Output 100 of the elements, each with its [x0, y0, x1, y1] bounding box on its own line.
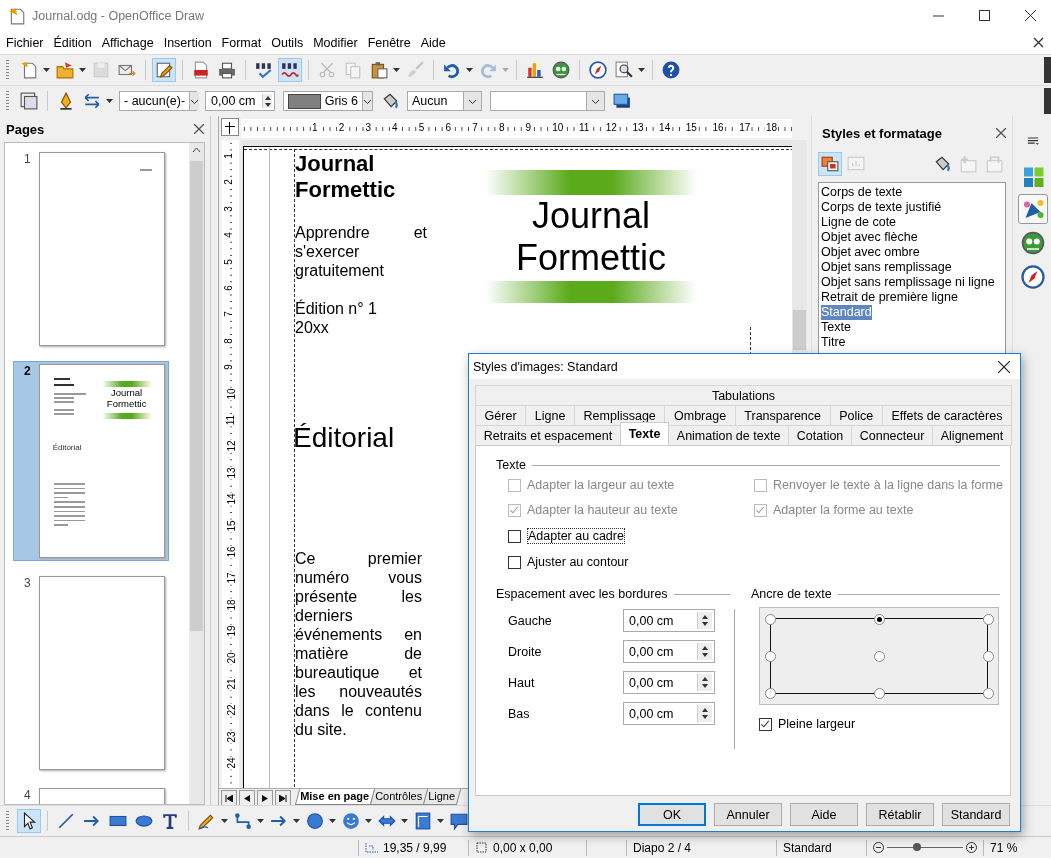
dialog-button[interactable]: Annuler [714, 803, 782, 826]
style-list-item[interactable]: Standard [821, 305, 872, 320]
ruler-number: 16 [225, 545, 238, 559]
page-nav-button[interactable] [275, 790, 291, 806]
menu-item[interactable]: Insertion [159, 35, 216, 50]
tab[interactable]: Gérer [475, 405, 527, 425]
tab-stop-selector[interactable] [221, 118, 239, 136]
pointer-button[interactable] [17, 809, 41, 833]
spin-buttons[interactable] [697, 705, 712, 722]
dropdown-button[interactable] [189, 92, 200, 110]
dialog-button[interactable]: Rétablir [866, 803, 934, 826]
spin-field[interactable]: 0,00 cm [205, 91, 275, 111]
style-list-item[interactable]: Texte [821, 320, 851, 335]
anchor-radio[interactable] [874, 613, 885, 625]
tab[interactable]: Remplissage [573, 405, 666, 425]
page-thumbnail-item[interactable]: 3 [13, 573, 169, 773]
page-nav-button[interactable] [257, 790, 273, 806]
scroll-up-icon[interactable] [192, 147, 201, 153]
style-list-item[interactable]: Objet sans remplissage ni ligne [821, 275, 995, 290]
edit-button[interactable] [152, 58, 176, 82]
dialog-button[interactable]: Standard [942, 803, 1010, 826]
zoom-percentage: 71 % [990, 840, 1018, 855]
dialog-button[interactable]: OK [638, 803, 706, 826]
spin-buttons[interactable] [697, 674, 712, 691]
menu-item[interactable]: Fichier [2, 35, 48, 50]
layer-tab[interactable]: Contrôles [369, 789, 429, 805]
layer-tab[interactable]: Mise en page [294, 789, 376, 805]
zoom-out-icon[interactable] [873, 842, 884, 853]
styles-tab-button[interactable] [1018, 194, 1048, 224]
close-icon[interactable] [1024, 10, 1036, 21]
section-heading: Éditorial [293, 421, 395, 455]
spin-field[interactable]: 0,00 cm [623, 640, 715, 663]
menu-item[interactable]: Édition [49, 35, 96, 50]
caret-icon [437, 819, 444, 823]
slider-thumb[interactable] [913, 843, 922, 851]
close-icon[interactable] [996, 128, 1006, 138]
style-list-item[interactable]: Retrait de première ligne [821, 290, 958, 305]
compass-button[interactable] [586, 58, 610, 82]
anchor-radio[interactable] [764, 688, 776, 700]
menu-item[interactable]: Modifier [309, 35, 362, 50]
close-icon[interactable] [194, 124, 204, 134]
style-list-item[interactable]: Titre [821, 335, 846, 350]
maximize-icon[interactable] [978, 10, 990, 21]
color-dropdown[interactable]: Gris 6 [283, 91, 373, 111]
triangle-icon [243, 794, 251, 802]
tab[interactable]: Ombrage [664, 405, 736, 425]
anchor-radio[interactable] [983, 688, 995, 700]
spin-buttons[interactable] [697, 612, 712, 629]
layer-tab[interactable]: Ligne [423, 789, 462, 805]
style-list-item[interactable]: Corps de texte [821, 185, 903, 200]
page-nav-button[interactable] [221, 790, 237, 806]
close-document-icon[interactable] [1033, 37, 1044, 48]
tab[interactable]: Retraits et espacement [475, 425, 621, 445]
spin-buttons[interactable] [262, 94, 272, 108]
dropdown-button[interactable] [362, 92, 372, 110]
compass-tab-button[interactable] [1018, 262, 1048, 292]
page-thumbnail-item[interactable]: 2 Journal Formettic Éditorial [13, 361, 169, 561]
checkbox[interactable]: Pleine largeur [759, 717, 856, 731]
tab[interactable]: Alignement [932, 425, 1012, 445]
anchor-radio[interactable] [764, 613, 776, 625]
style-button[interactable] [17, 89, 41, 113]
tab[interactable]: Tabulations [475, 385, 1012, 405]
zoom-in-icon[interactable] [966, 842, 977, 853]
close-icon[interactable] [998, 360, 1010, 373]
spin-field[interactable]: 0,00 cm [623, 609, 715, 632]
page-number: 4 [22, 788, 31, 804]
spellcheck-button[interactable] [278, 58, 302, 82]
presentation-styles-icon [847, 155, 865, 173]
style-list-item[interactable]: Ligne de cote [821, 215, 897, 230]
anchor-radio[interactable] [764, 651, 776, 662]
tab[interactable]: Ligne [525, 405, 575, 425]
menu-item[interactable]: Aide [416, 35, 450, 50]
menu-item[interactable]: Outils [267, 35, 308, 50]
anchor-radio[interactable] [983, 651, 995, 662]
style-list-item[interactable]: Corps de texte justifié [821, 200, 942, 215]
page-thumbnail-item[interactable]: 1 [13, 149, 169, 349]
spin-buttons[interactable] [697, 643, 712, 660]
dropdown[interactable]: Aucun [407, 91, 482, 111]
page-thumbnail-item[interactable]: 4 [13, 785, 169, 804]
anchor-radio[interactable] [874, 651, 885, 662]
anchor-radio[interactable] [983, 613, 995, 625]
spin-field[interactable]: 0,00 cm [623, 671, 715, 694]
style-list-item[interactable]: Objet sans remplissage [821, 260, 952, 275]
checkbox[interactable]: Ajuster au contour [508, 555, 629, 569]
style-list-item[interactable]: Objet avec ombre [821, 245, 920, 260]
tab[interactable]: Effets de caractères [881, 405, 1012, 425]
style-list-item[interactable]: Objet avec flèche [821, 230, 918, 245]
spin-field[interactable]: 0,00 cm [623, 702, 715, 725]
menu-item[interactable]: Format [217, 35, 266, 50]
dropdown[interactable]: - aucun(e)- [119, 91, 197, 111]
graphic-styles-button[interactable] [818, 152, 842, 176]
page-nav-button[interactable] [239, 790, 255, 806]
tab[interactable]: Texte [619, 422, 670, 445]
tab[interactable]: Transparence [734, 405, 831, 425]
scrollbar[interactable] [189, 143, 204, 804]
anchor-radio[interactable] [874, 688, 885, 700]
menu-item[interactable]: Affichage [97, 35, 158, 50]
dialog-button[interactable]: Aide [790, 803, 858, 826]
menu-item[interactable]: Fenêtre [363, 35, 415, 50]
panel-title: Pages [6, 121, 46, 137]
